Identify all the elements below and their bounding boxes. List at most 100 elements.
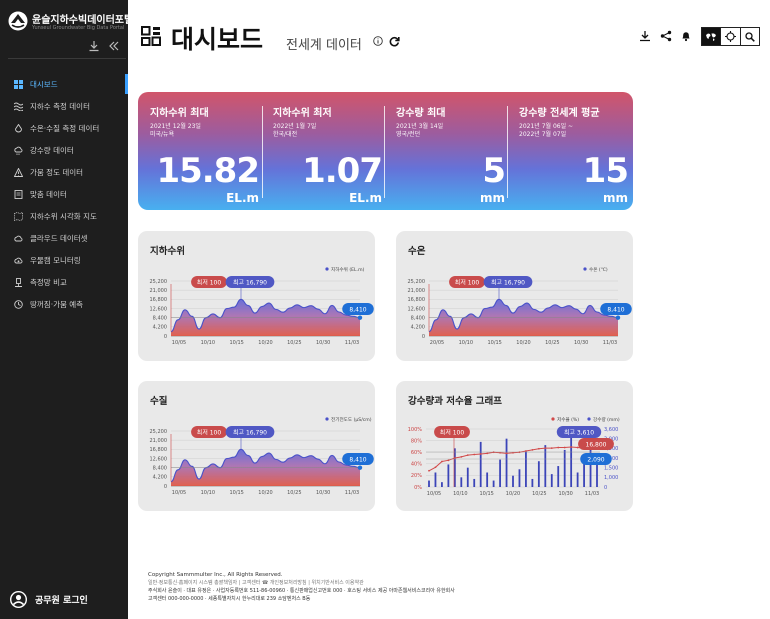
refresh-icon[interactable] — [389, 36, 400, 47]
sidebar-item-cloud-dataset[interactable]: 클라우드 데이터셋 — [0, 227, 128, 249]
stat-place: 한국/대전 — [273, 131, 298, 139]
legend-label: 강수량 (mm) — [593, 416, 620, 423]
x-tick-label: 11/03 — [603, 340, 617, 346]
footer-address: 고객센터 000-000-0000 · 세종특별자치시 한누리대로 239 소담… — [148, 596, 311, 602]
summary-card: 지하수위 최대 2021년 12월 23일 미국/뉴욕 15.82 EL.m 지하… — [138, 92, 633, 210]
rain-bar — [492, 480, 495, 487]
reservoir-point — [434, 466, 437, 469]
view-toggle-group — [701, 27, 760, 46]
cloud-icon — [14, 235, 23, 241]
sidebar-item-groundwater[interactable]: 지하수 측정 데이터 — [0, 95, 128, 117]
last-value-label: 8,410 — [600, 303, 632, 315]
x-tick-label: 20/05 — [430, 340, 444, 346]
stat-date: 2021년 3월 14일 — [396, 123, 444, 130]
reservoir-point — [460, 455, 463, 458]
sidebar-item-dashboard[interactable]: 대시보드 — [0, 73, 128, 95]
rain-reservoir-chart[interactable]: 100%80%60%40%20%0%3,6003,0002,5002,0001,… — [396, 381, 633, 511]
reservoir-value-label-text: 16,800 — [586, 441, 607, 448]
data-scope-label[interactable]: 전세계 데이터 — [286, 34, 362, 53]
official-login-button[interactable]: 공무원 로그인 — [10, 591, 88, 608]
y-left-tick-label: 20% — [411, 473, 422, 479]
min-label: 최저 100 — [191, 276, 227, 288]
share-icon[interactable] — [660, 30, 672, 42]
reservoir-point — [557, 446, 560, 449]
y-tick-label: 25,200 — [150, 279, 168, 285]
sidebar-divider — [8, 58, 126, 59]
sidebar-item-drought[interactable]: 가뭄 정도 데이터 — [0, 161, 128, 183]
rain-bar — [499, 459, 501, 487]
stat-unit: EL.m — [226, 191, 259, 205]
map-icon — [14, 211, 23, 221]
sidebar-item-custom-data[interactable]: 맞춤 데이터 — [0, 183, 128, 205]
collapse-sidebar-icon[interactable] — [108, 40, 120, 52]
download-icon[interactable] — [639, 30, 651, 42]
x-tick-label: 10/10 — [453, 491, 467, 497]
portal-logo[interactable]: 윤슬지하수빅데이터포털 Yunseul Groundwater Big Data… — [8, 9, 133, 35]
rain-bar — [550, 474, 553, 487]
rain-bar — [557, 466, 560, 487]
location-toggle[interactable] — [720, 28, 739, 45]
rain-bar — [428, 480, 430, 487]
chart-card-water-temp: 수온 25,200 21,000 16,800 12,600 8,400 4,200 0 20… — [396, 231, 633, 361]
water-temp-chart[interactable]: 25,200 21,000 16,800 12,600 8,400 4,200 0 20/05… — [396, 231, 633, 361]
x-tick-label: 10/20 — [258, 490, 272, 496]
y-tick-label: 4,200 — [411, 325, 425, 331]
download-icon[interactable] — [88, 40, 100, 52]
y-tick-label: 0 — [164, 484, 167, 490]
sidebar-item-rainfall[interactable]: 강수량 데이터 — [0, 139, 128, 161]
reservoir-point — [428, 469, 430, 472]
groundwater-chart[interactable]: 25,200 21,000 16,800 12,600 8,400 4,200 0 10/05… — [138, 231, 375, 361]
y-right-tick-label: 0 — [604, 485, 607, 491]
x-tick-label: 11/03 — [345, 490, 359, 496]
sidebar-item-water-quality[interactable]: 수온·수질 측정 데이터 — [0, 117, 128, 139]
stat-date: 2021년 12월 23일 — [150, 123, 201, 130]
legend-label: 전기전도도 (μS/cm) — [331, 416, 372, 423]
y-left-tick-label: 60% — [411, 450, 422, 456]
sidebar-item-label: 지하수위 시각화 지도 — [30, 211, 97, 221]
waves-icon — [14, 102, 23, 111]
stat-unit: mm — [479, 191, 505, 205]
rain-bar — [473, 478, 476, 487]
forecast-icon — [14, 299, 23, 309]
y-tick-label: 8,400 — [411, 315, 425, 321]
info-icon[interactable] — [373, 36, 383, 46]
bell-icon[interactable] — [680, 30, 692, 42]
x-tick-label: 10/30 — [316, 340, 330, 346]
stat-unit: EL.m — [349, 191, 382, 205]
sidebar-item-map[interactable]: 지하수위 시각화 지도 — [0, 205, 128, 227]
last-value-dot — [357, 465, 363, 470]
x-tick-label: 10/20 — [516, 340, 530, 346]
max-label: 최고 16,790 — [225, 276, 275, 288]
sidebar-item-forecast[interactable]: 땅꺼짐·가뭄 예측 — [0, 293, 128, 315]
x-tick-label: 10/20 — [506, 491, 520, 497]
app-name-sub: Yunseul Groundwater Big Data Portal — [32, 25, 125, 31]
min-label-text: 최저 100 — [197, 278, 222, 286]
stat-title: 지하수위 최대 — [150, 108, 209, 119]
reservoir-point — [486, 452, 489, 455]
stat-value: 15 — [582, 151, 629, 191]
world-map-toggle[interactable] — [702, 28, 721, 45]
file-icon — [14, 189, 23, 199]
sidebar-item-compare[interactable]: 측정망 비교 — [0, 271, 128, 293]
rain-value-label-text: 2,090 — [587, 456, 604, 463]
y-tick-label: 16,800 — [150, 297, 168, 303]
y-tick-label: 8,400 — [153, 465, 167, 471]
reservoir-point — [441, 460, 443, 463]
footer-links[interactable]: 일반·정보통신·홈페이지 시스템 총괄책임자 | 고객센터 ☎ 개인정보처리방침… — [148, 579, 455, 587]
sidebar-item-wellcam[interactable]: 우물캠 모니터링 — [0, 249, 128, 271]
stat-groundwater-max: 지하수위 최대 2021년 12월 23일 미국/뉴욕 15.82 EL.m — [150, 104, 260, 205]
y-tick-label: 0 — [422, 334, 425, 340]
min-label-text: 최저 100 — [197, 428, 222, 436]
login-label: 공무원 로그인 — [35, 596, 88, 606]
last-value-label-text: 8,410 — [607, 306, 624, 313]
search-toggle[interactable] — [739, 28, 759, 45]
y-tick-label: 25,200 — [408, 279, 426, 285]
rain-bar — [479, 441, 482, 487]
min-label-text: 최저 100 — [440, 428, 465, 436]
max-label-text: 최고 16,790 — [491, 278, 525, 286]
sidebar-item-label: 강수량 데이터 — [30, 145, 74, 155]
rain-bar — [447, 464, 450, 487]
water-quality-chart[interactable]: 25,200 21,000 16,800 12,600 8,400 4,200 0 10/05… — [138, 381, 375, 511]
y-tick-label: 12,600 — [150, 306, 168, 312]
last-value-label: 8,410 — [342, 453, 374, 465]
